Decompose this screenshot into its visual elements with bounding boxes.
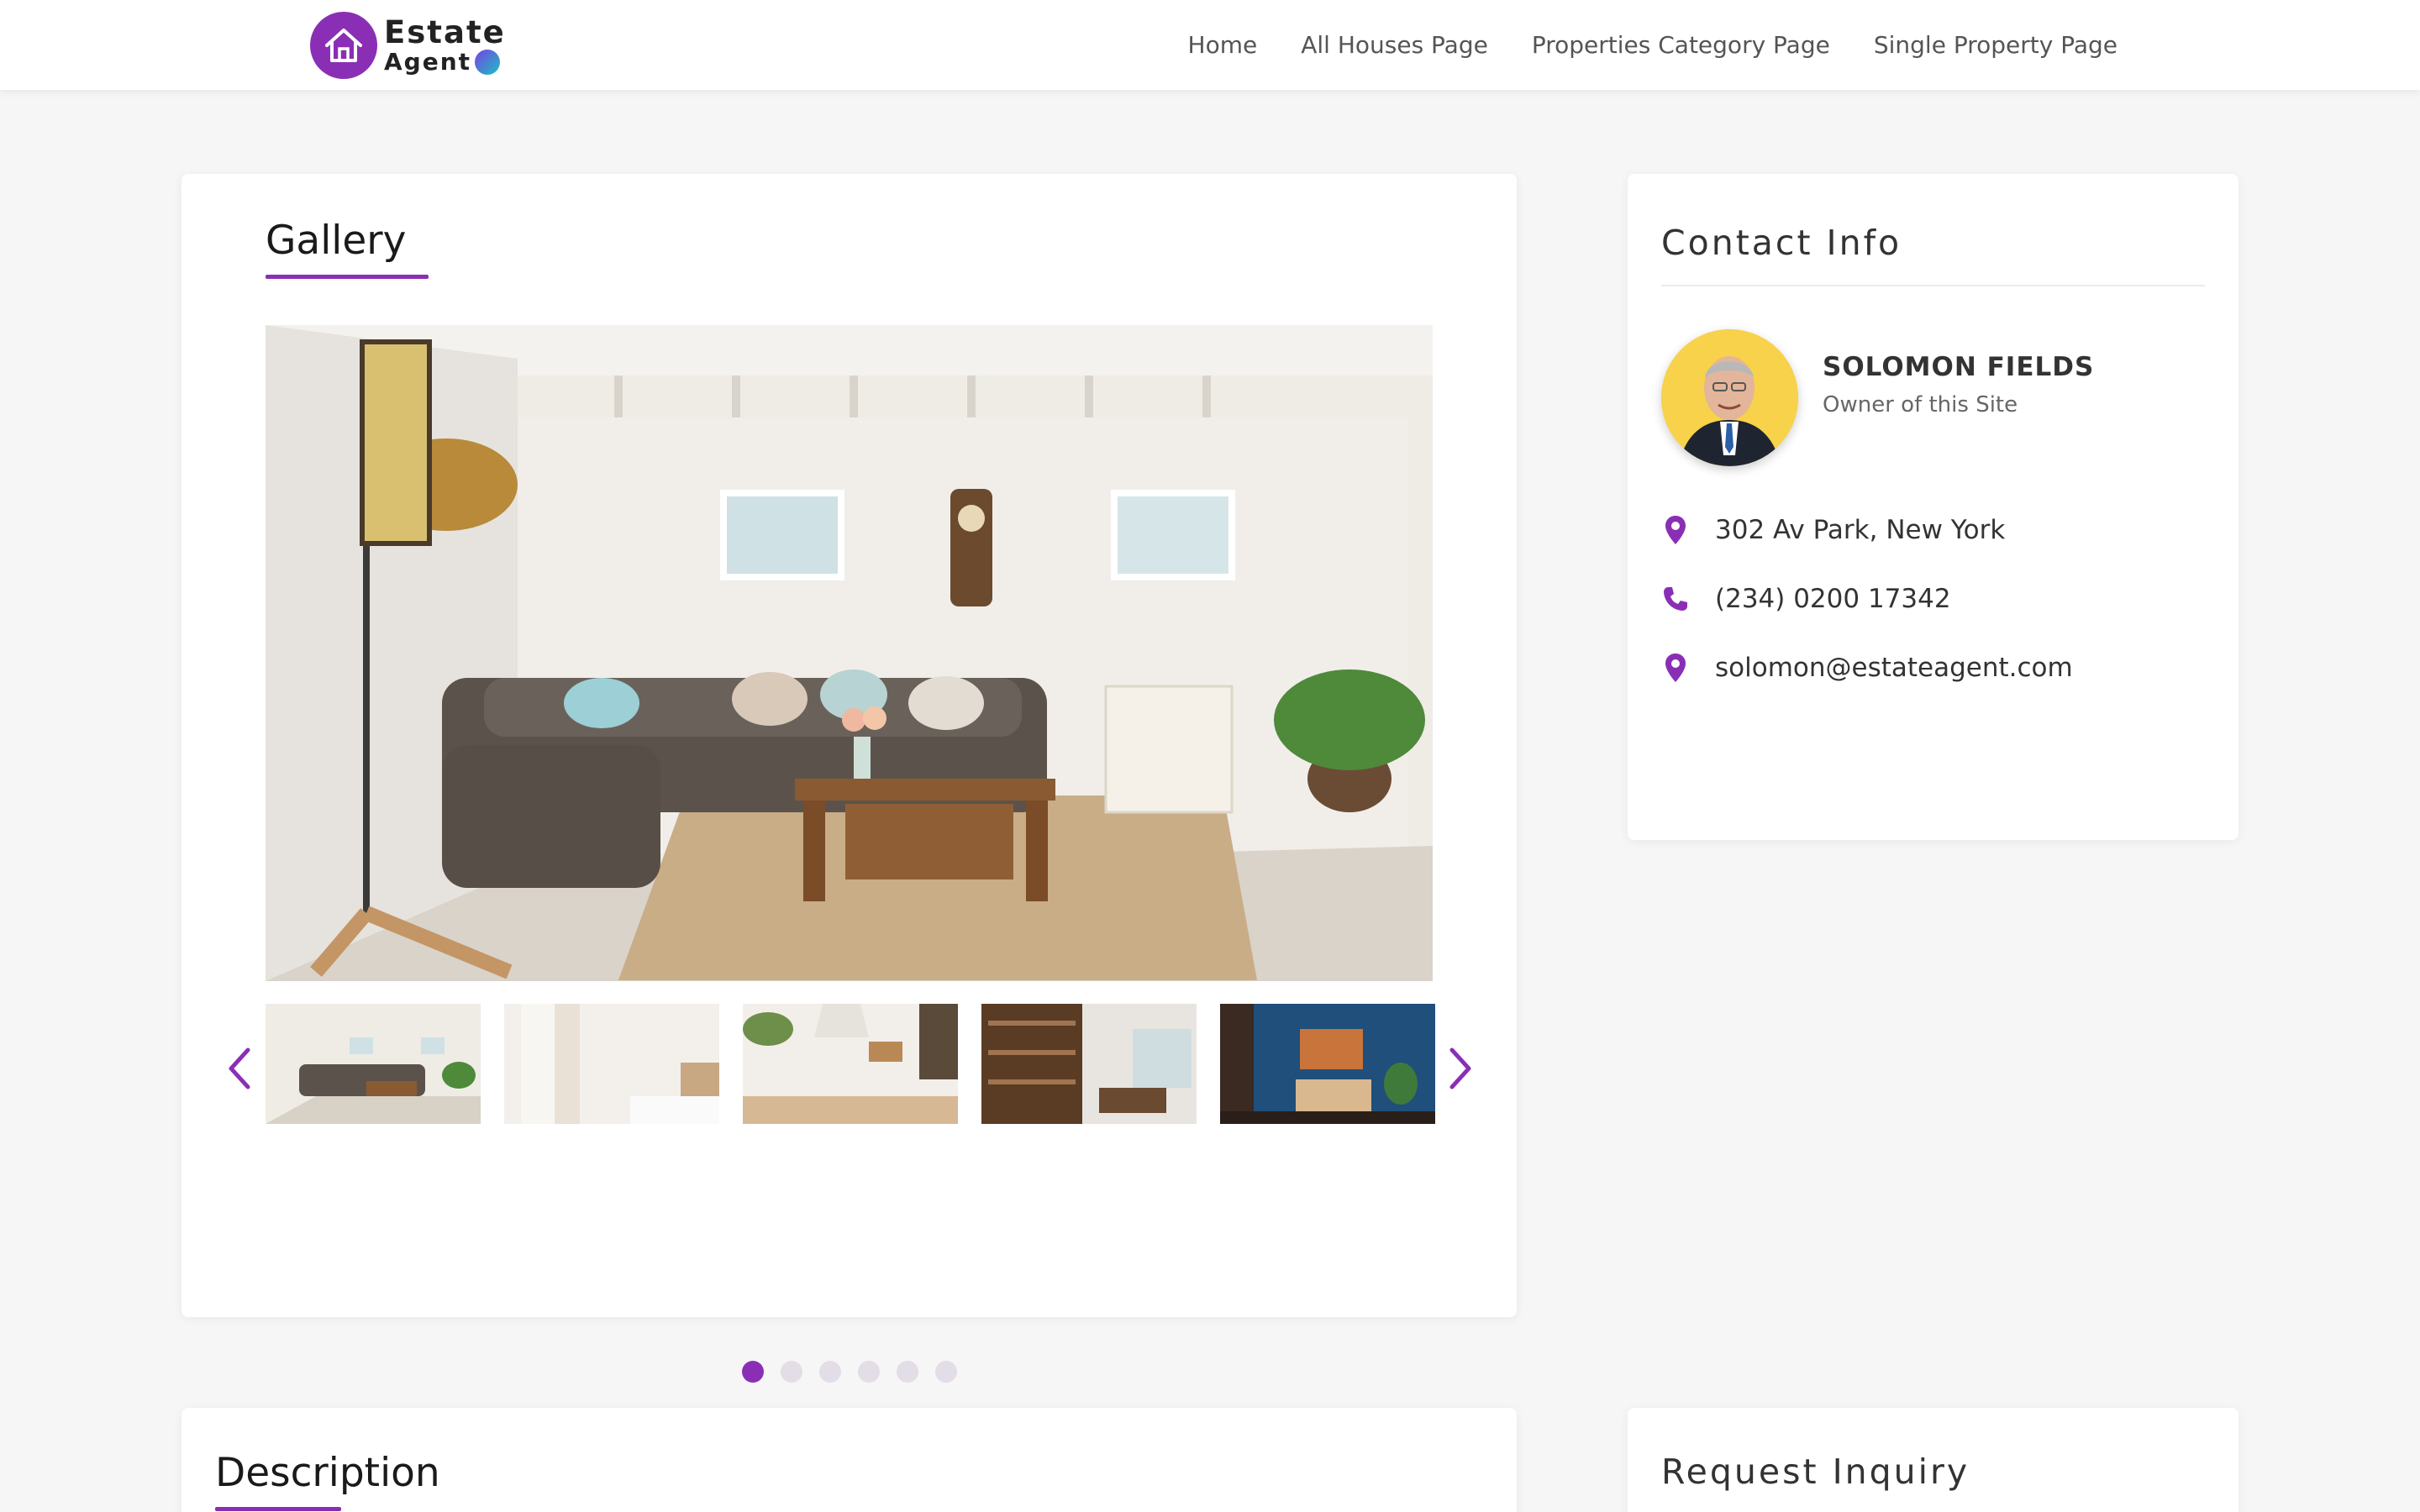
contact-address-row: 302 Av Park, New York	[1661, 513, 2005, 547]
main-nav: Home All Houses Page Properties Category…	[1188, 0, 2118, 90]
contact-email[interactable]: solomon@estateagent.com	[1715, 653, 2073, 683]
pagination-dot[interactable]	[934, 1361, 957, 1383]
site-header: Estate Agent Home All Houses Page Proper…	[0, 0, 2420, 90]
pagination-dot[interactable]	[857, 1361, 880, 1383]
thumbnail-kitchen[interactable]	[743, 1004, 958, 1124]
contact-email-row: solomon@estateagent.com	[1661, 651, 2073, 685]
pagination-dot[interactable]	[780, 1361, 802, 1383]
logo-text-estate: Estate	[384, 13, 506, 50]
gallery-card: Gallery	[182, 174, 1517, 1383]
gallery-title-underline	[266, 275, 429, 279]
nav-single-property[interactable]: Single Property Page	[1874, 31, 2118, 59]
thumbnail-bedroom[interactable]	[504, 1004, 719, 1124]
contact-phone[interactable]: (234) 0200 17342	[1715, 584, 1951, 614]
pagination-dot[interactable]	[818, 1361, 841, 1383]
thumbnail-blue-room[interactable]	[1220, 1004, 1435, 1124]
gallery-prev-arrow-icon[interactable]	[222, 1043, 255, 1094]
description-title: Description	[215, 1450, 440, 1496]
nav-properties-category[interactable]: Properties Category Page	[1532, 31, 1830, 59]
contact-address: 302 Av Park, New York	[1715, 515, 2006, 545]
agent-role: Owner of this Site	[1823, 392, 2018, 417]
gallery-title: Gallery	[266, 218, 407, 264]
gallery-pagination	[182, 1361, 1517, 1383]
agent-avatar	[1661, 329, 1798, 466]
gallery-thumbnails	[266, 1004, 1435, 1124]
house-icon	[310, 12, 377, 79]
nav-all-houses[interactable]: All Houses Page	[1301, 31, 1488, 59]
divider	[1661, 285, 2205, 286]
thumbnail-study[interactable]	[981, 1004, 1197, 1124]
agent-name: SOLOMON FIELDS	[1823, 352, 2095, 382]
request-inquiry-title: Request Inquiry	[1661, 1452, 1970, 1492]
contact-info-title: Contact Info	[1661, 223, 1902, 263]
pagination-dot[interactable]	[741, 1361, 764, 1383]
phone-icon	[1661, 582, 1690, 616]
request-inquiry-card: Request Inquiry	[1628, 1408, 2238, 1512]
site-logo[interactable]: Estate Agent	[310, 12, 506, 79]
location-pin-icon	[1661, 513, 1690, 547]
gallery-next-arrow-icon[interactable]	[1444, 1043, 1478, 1094]
thumbnail-living-room[interactable]	[266, 1004, 481, 1124]
logo-badge-icon	[475, 49, 501, 75]
nav-home[interactable]: Home	[1188, 31, 1258, 59]
description-title-underline	[215, 1507, 341, 1511]
contact-info-card: Contact Info SOLOMON FIELDS Owner of thi…	[1628, 174, 2238, 840]
description-card: Description	[182, 1408, 1517, 1512]
gallery-main-image[interactable]	[266, 325, 1433, 981]
logo-text-agent: Agent	[384, 47, 472, 76]
pagination-dot[interactable]	[896, 1361, 918, 1383]
location-pin-icon	[1661, 651, 1690, 685]
contact-phone-row: (234) 0200 17342	[1661, 582, 1951, 616]
